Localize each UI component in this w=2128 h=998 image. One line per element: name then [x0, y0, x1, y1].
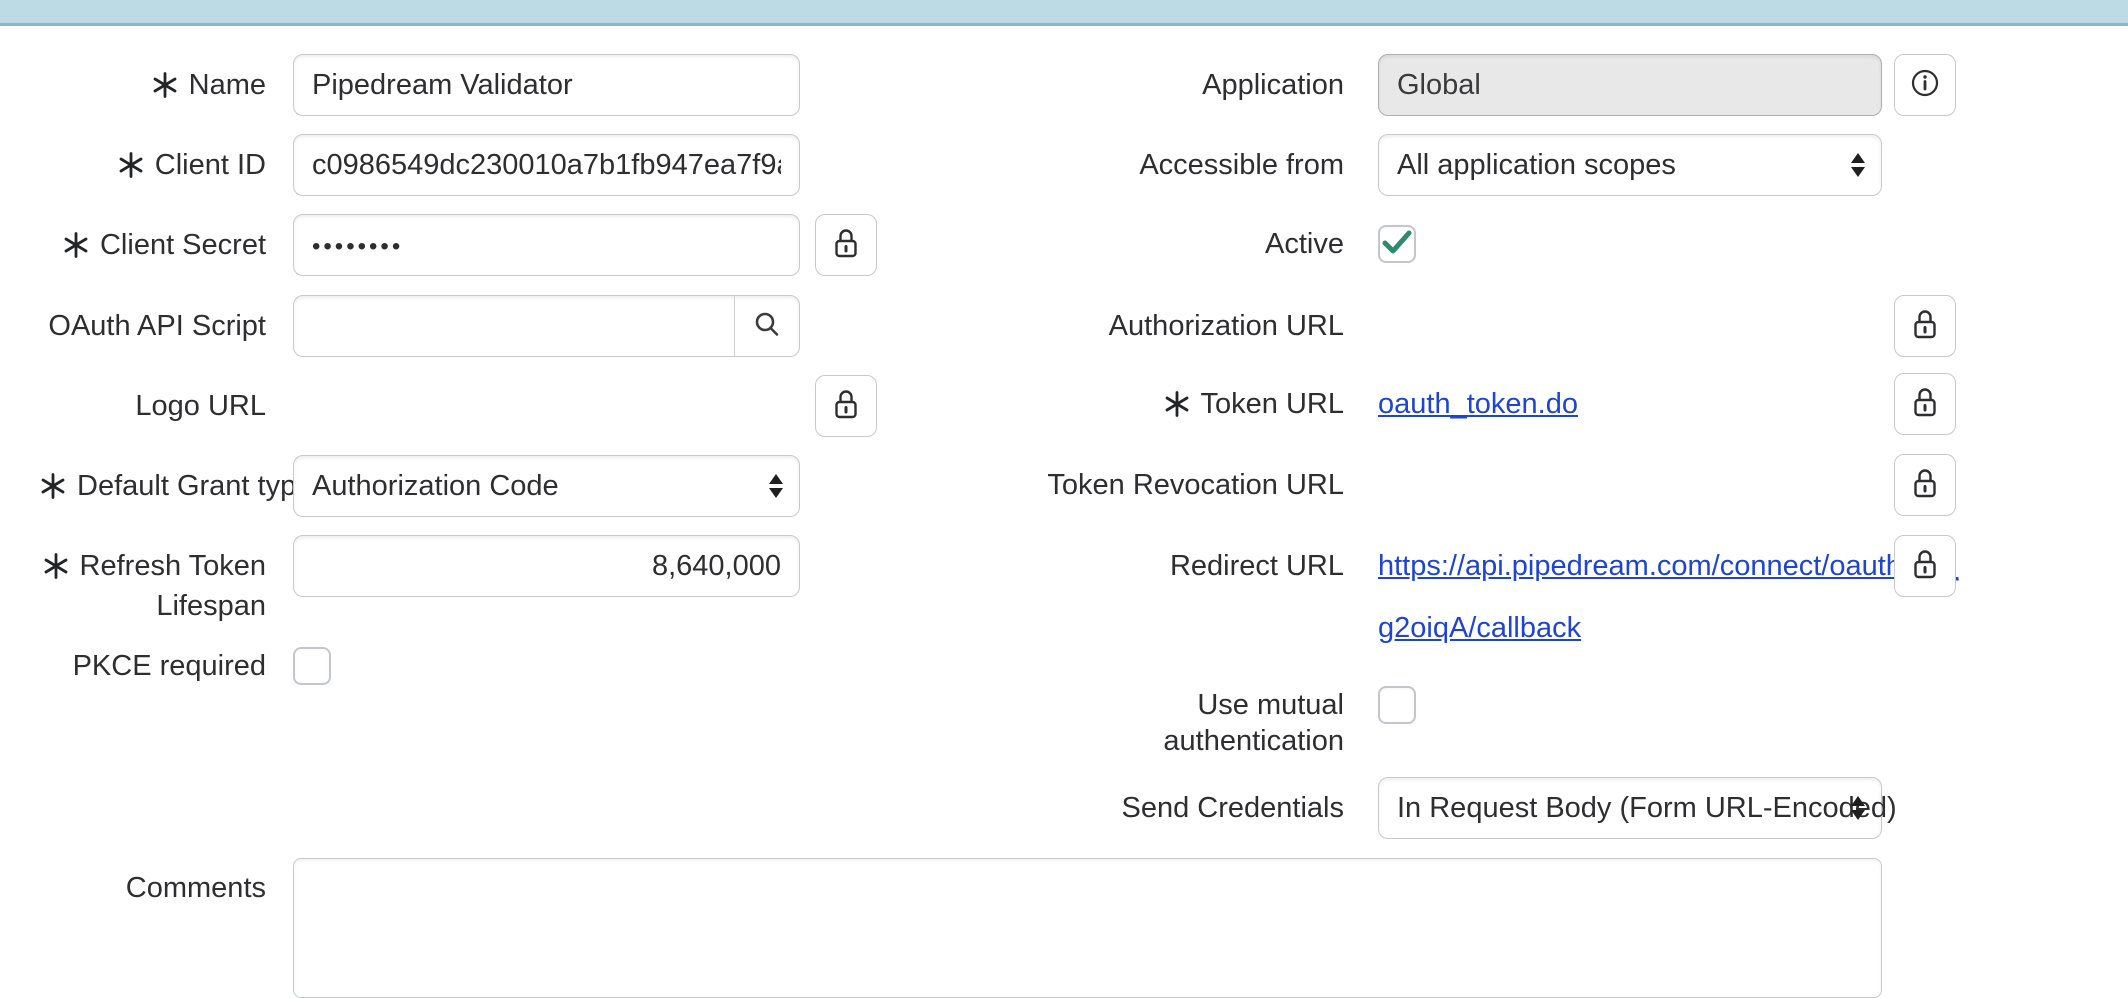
use-mutual-authentication-label: Use mutualauthentication: [1040, 687, 1344, 759]
redirect-url-label: Redirect URL: [1040, 548, 1344, 584]
default-grant-type-label: Default Grant type: [40, 468, 266, 508]
info-icon: [1911, 69, 1939, 102]
client-secret-label: Client Secret: [40, 227, 266, 267]
oauth-api-script-label: OAuth API Script: [40, 308, 266, 344]
redirect-url-lock-button[interactable]: [1894, 535, 1956, 597]
required-icon: [43, 552, 69, 588]
token-url-link[interactable]: oauth_token.do: [1378, 386, 1578, 422]
client-secret-lock-button[interactable]: [815, 214, 877, 276]
name-label: Name: [40, 67, 266, 107]
oauth-api-script-input[interactable]: [294, 296, 734, 356]
refresh-token-lifespan-label: Refresh TokenLifespan: [40, 548, 266, 624]
send-credentials-select[interactable]: In Request Body (Form URL-Encoded): [1378, 777, 1882, 839]
token-revocation-url-lock-button[interactable]: [1894, 454, 1956, 516]
use-mutual-authentication-checkbox[interactable]: [1378, 686, 1416, 724]
token-url-label: Token URL: [1040, 386, 1344, 426]
logo-url-label: Logo URL: [40, 388, 266, 424]
authorization-url-label: Authorization URL: [1040, 308, 1344, 344]
application-info-button[interactable]: [1894, 54, 1956, 116]
required-icon: [1164, 390, 1190, 426]
lock-icon: [1912, 308, 1938, 345]
send-credentials-label: Send Credentials: [1040, 790, 1344, 826]
pkce-required-checkbox[interactable]: [293, 647, 331, 685]
redirect-url-link[interactable]: https://api.pipedream.com/connect/oauth/…: [1378, 548, 1958, 584]
required-icon: [118, 151, 144, 187]
application-input: [1378, 54, 1882, 116]
select-stepper-icon: [769, 474, 783, 498]
oauth-api-script-lookup: [293, 295, 800, 357]
select-stepper-icon: [1851, 153, 1865, 177]
token-url-lock-button[interactable]: [1894, 373, 1956, 435]
checkmark-icon: [1378, 223, 1416, 266]
lock-icon: [833, 388, 859, 425]
logo-url-lock-button[interactable]: [815, 375, 877, 437]
name-input[interactable]: [293, 54, 800, 116]
lock-icon: [1912, 548, 1938, 585]
comments-label: Comments: [40, 870, 266, 906]
lock-icon: [833, 227, 859, 264]
refresh-token-lifespan-input[interactable]: [293, 535, 800, 597]
authorization-url-lock-button[interactable]: [1894, 295, 1956, 357]
section-header-bar: [0, 0, 2128, 26]
required-icon: [40, 472, 66, 508]
oauth-api-script-search-button[interactable]: [735, 296, 799, 356]
required-icon: [152, 71, 178, 107]
oauth-entity-form: { "header": { "bar_color": "#bcdbe4", "b…: [0, 0, 2128, 948]
select-stepper-icon: [1851, 796, 1865, 820]
token-revocation-url-label: Token Revocation URL: [1040, 467, 1344, 503]
client-id-label: Client ID: [40, 147, 266, 187]
required-icon: [63, 231, 89, 267]
lock-icon: [1912, 467, 1938, 504]
search-icon: [754, 311, 780, 342]
active-label: Active: [1040, 226, 1344, 262]
comments-textarea[interactable]: [293, 858, 1882, 998]
pkce-required-label: PKCE required: [40, 648, 266, 684]
client-id-input[interactable]: [293, 134, 800, 196]
redirect-url-link-line2[interactable]: g2oiqA/callback: [1378, 610, 1581, 646]
default-grant-type-select[interactable]: Authorization Code: [293, 455, 800, 517]
client-secret-input[interactable]: [293, 214, 800, 276]
lock-icon: [1912, 386, 1938, 423]
application-label: Application: [1040, 67, 1344, 103]
active-checkbox[interactable]: [1378, 225, 1416, 263]
accessible-from-select[interactable]: All application scopes: [1378, 134, 1882, 196]
accessible-from-label: Accessible from: [1040, 147, 1344, 183]
